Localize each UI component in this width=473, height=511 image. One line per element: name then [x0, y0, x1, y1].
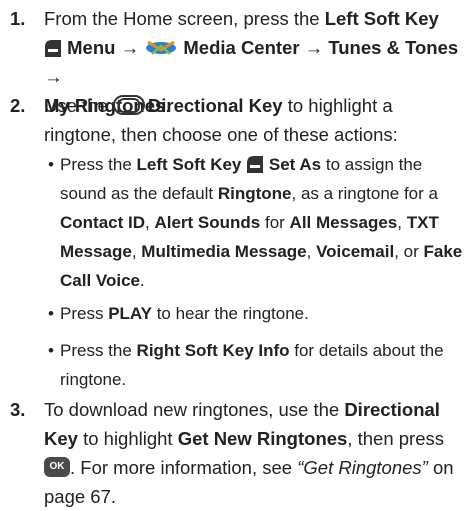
bullet-dot: • [48, 304, 54, 323]
step-text: Use the Directional Key to highlight a r… [44, 95, 398, 145]
cross-reference: “Get Ringtones” [297, 457, 428, 478]
bullet-dot: • [48, 155, 54, 174]
directional-key-icon [112, 95, 145, 116]
media-center-icon [144, 37, 178, 57]
step-number: 2. [10, 95, 26, 116]
soft-key-icon [44, 37, 62, 58]
left-soft-key-label: Left Soft Key [324, 8, 439, 29]
step-number: 3. [10, 399, 26, 420]
bullet-text: Press the Right Soft Key Info for detail… [60, 341, 444, 389]
bullet-text: Press the Left Soft Key Set As to assign… [60, 154, 463, 290]
step-number: 1. [10, 8, 26, 29]
bullet-text: Press PLAY to hear the ringtone. [60, 304, 309, 323]
soft-key-icon [246, 154, 264, 174]
ok-key-icon: OK [44, 457, 70, 478]
bullet-dot: • [48, 341, 54, 360]
step-text: To download new ringtones, use the Direc… [44, 399, 454, 507]
